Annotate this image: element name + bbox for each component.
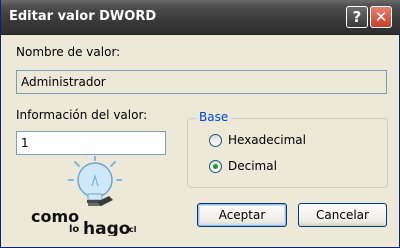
value-name-field[interactable]: Administrador <box>16 70 387 94</box>
radio-hexadecimal[interactable] <box>209 134 222 147</box>
radio-decimal[interactable] <box>209 160 222 173</box>
value-data-label: Información del valor: <box>16 108 148 122</box>
logo-tld: .cl <box>126 225 137 234</box>
radio-selected-dot <box>213 164 218 169</box>
help-icon: ? <box>352 8 362 26</box>
ok-button[interactable]: Aceptar <box>197 203 287 227</box>
lightbulb-icon <box>77 162 113 206</box>
value-data-text: 1 <box>21 136 29 150</box>
value-name-text: Administrador <box>21 75 106 89</box>
logo-word-hago: hago <box>83 219 130 236</box>
comolohago-logo: como lo hago .cl <box>31 156 137 236</box>
help-button[interactable]: ? <box>346 6 368 28</box>
close-icon: ✕ <box>374 8 388 26</box>
radio-decimal-label[interactable]: Decimal <box>228 159 277 173</box>
ok-button-label: Aceptar <box>218 208 266 222</box>
value-data-input[interactable]: 1 <box>16 131 166 155</box>
close-button[interactable]: ✕ <box>370 6 392 28</box>
dword-dialog: Editar valor DWORD ? ✕ Nombre de valor: … <box>0 0 400 248</box>
cancel-button[interactable]: Cancelar <box>298 203 387 227</box>
base-legend: Base <box>196 110 232 124</box>
radio-hexadecimal-label[interactable]: Hexadecimal <box>228 133 306 147</box>
title-bar[interactable]: Editar valor DWORD ? ✕ <box>1 0 400 35</box>
cancel-button-label: Cancelar <box>316 208 369 222</box>
base-groupbox <box>187 118 388 188</box>
logo-word-lo: lo <box>69 224 79 235</box>
window-title: Editar valor DWORD <box>9 9 157 24</box>
value-name-label: Nombre de valor: <box>16 45 121 59</box>
